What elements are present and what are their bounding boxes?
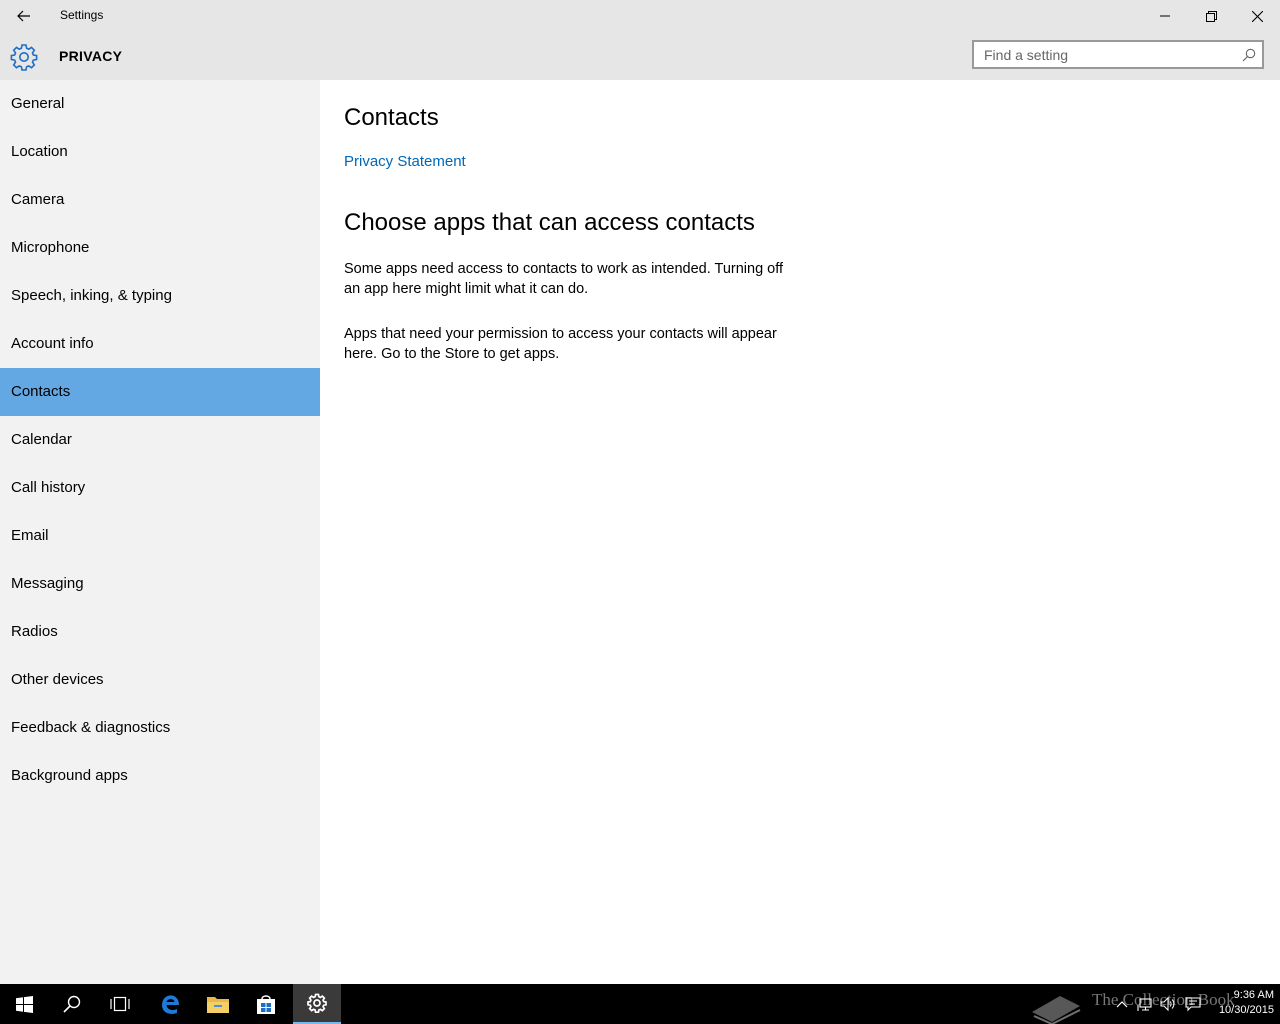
sidebar-item-camera[interactable]: Camera	[0, 176, 320, 224]
clock-date: 10/30/2015	[1218, 1004, 1274, 1016]
settings-taskbar-button[interactable]	[293, 984, 341, 1024]
sidebar-item-contacts[interactable]: Contacts	[0, 368, 320, 416]
window-title: Settings	[60, 8, 104, 22]
sidebar-item-microphone[interactable]: Microphone	[0, 224, 320, 272]
sidebar-item-account-info[interactable]: Account info	[0, 320, 320, 368]
sidebar-item-background-apps[interactable]: Background apps	[0, 752, 320, 800]
section-subheading: Choose apps that can access contacts	[344, 209, 755, 236]
sidebar-nav: General Location Camera Microphone Speec…	[0, 80, 320, 984]
network-icon[interactable]	[1137, 996, 1153, 1012]
taskbar-search-icon	[63, 995, 81, 1013]
sidebar-item-other-devices[interactable]: Other devices	[0, 656, 320, 704]
privacy-statement-link[interactable]: Privacy Statement	[344, 153, 466, 170]
edge-button[interactable]	[146, 984, 194, 1024]
file-explorer-button[interactable]	[194, 984, 242, 1024]
sidebar-item-messaging[interactable]: Messaging	[0, 560, 320, 608]
sidebar-item-general[interactable]: General	[0, 80, 320, 128]
main-content: Contacts Privacy Statement Choose apps t…	[320, 80, 1280, 984]
taskbar: The Collection Book 9:36 AM 10/30/2015	[0, 984, 1280, 1024]
page-title: Contacts	[344, 104, 439, 131]
sidebar-item-speech-inking-typing[interactable]: Speech, inking, & typing	[0, 272, 320, 320]
taskbar-search-button[interactable]	[48, 984, 96, 1024]
gear-icon	[10, 44, 38, 71]
minimize-icon	[1160, 15, 1170, 17]
volume-icon[interactable]	[1160, 996, 1176, 1012]
chevron-up-icon[interactable]	[1114, 996, 1130, 1012]
file-explorer-icon	[207, 997, 229, 1013]
settings-header: PRIVACY	[0, 32, 1280, 80]
search-box[interactable]	[972, 40, 1264, 69]
description-text: Some apps need access to contacts to wor…	[344, 261, 784, 297]
task-view-button[interactable]	[96, 984, 144, 1024]
section-title: PRIVACY	[59, 48, 123, 64]
store-icon	[257, 995, 275, 1014]
minimize-button[interactable]	[1142, 0, 1188, 32]
settings-icon	[307, 993, 327, 1013]
close-icon	[1251, 10, 1263, 22]
sidebar-item-email[interactable]: Email	[0, 512, 320, 560]
store-button[interactable]	[242, 984, 290, 1024]
search-icon[interactable]	[1242, 48, 1256, 62]
sidebar-item-call-history[interactable]: Call history	[0, 464, 320, 512]
back-arrow-icon	[17, 10, 30, 22]
restore-icon	[1205, 10, 1217, 22]
back-button[interactable]	[0, 0, 48, 32]
windows-start-icon	[15, 995, 33, 1013]
edge-icon	[162, 995, 179, 1014]
sidebar-item-calendar[interactable]: Calendar	[0, 416, 320, 464]
action-center-icon[interactable]	[1185, 996, 1201, 1012]
sidebar-item-feedback-diagnostics[interactable]: Feedback & diagnostics	[0, 704, 320, 752]
title-bar: Settings	[0, 0, 1280, 32]
search-input[interactable]	[974, 42, 1234, 67]
sidebar-item-radios[interactable]: Radios	[0, 608, 320, 656]
taskbar-clock[interactable]: 9:36 AM 10/30/2015	[1206, 988, 1274, 1018]
restore-button[interactable]	[1188, 0, 1234, 32]
permission-info-text: Apps that need your permission to access…	[344, 326, 777, 362]
start-button[interactable]	[0, 984, 48, 1024]
clock-time: 9:36 AM	[1233, 989, 1274, 1001]
sidebar-item-location[interactable]: Location	[0, 128, 320, 176]
close-button[interactable]	[1234, 0, 1280, 32]
task-view-icon	[110, 996, 130, 1012]
